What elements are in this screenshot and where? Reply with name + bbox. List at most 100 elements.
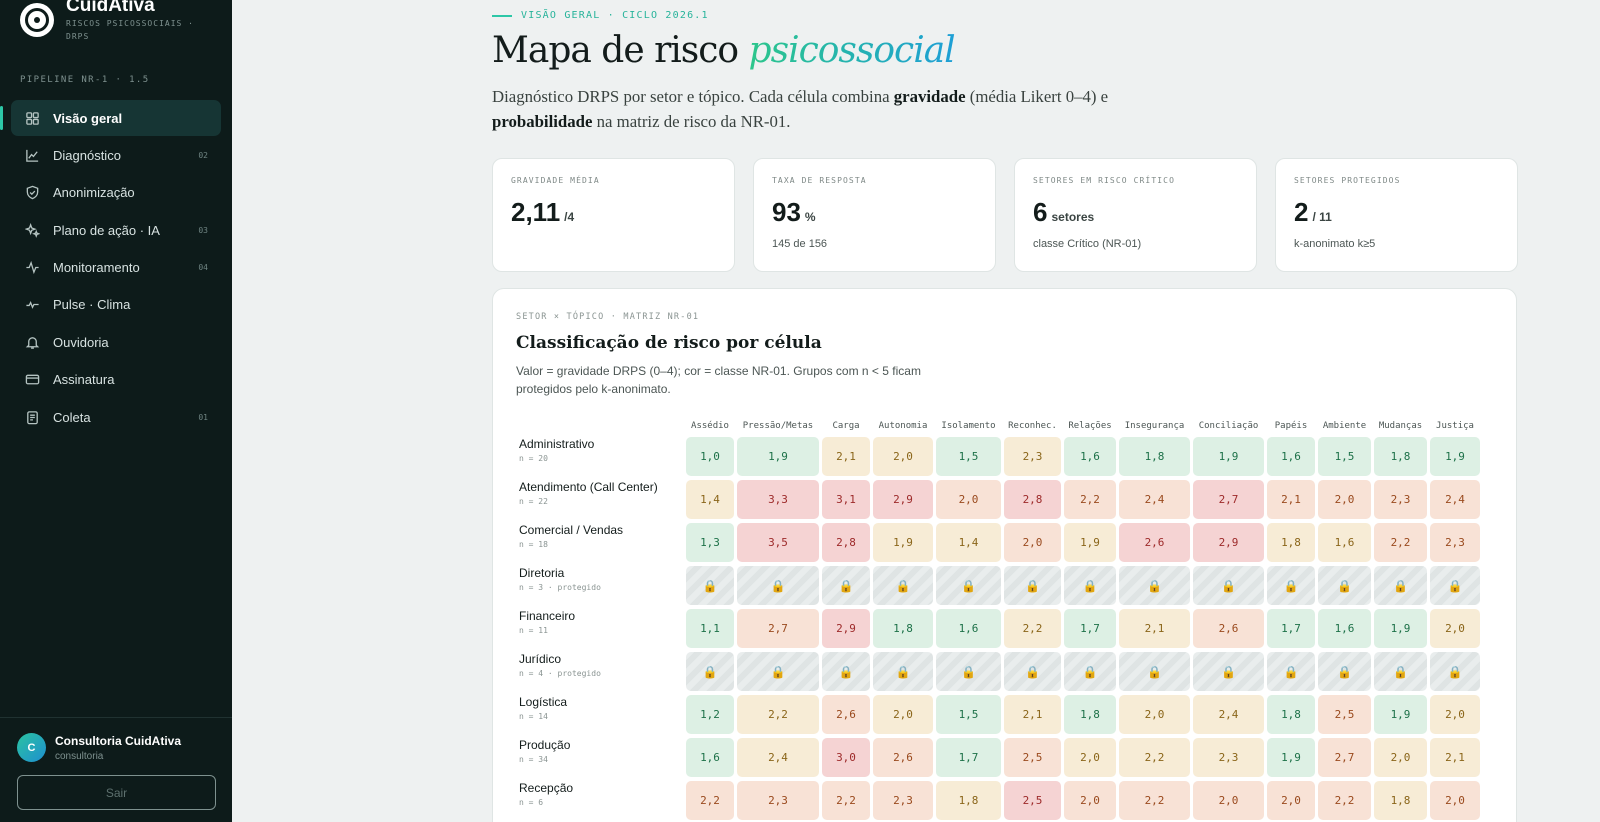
heatmap-cell[interactable]: 2,3 <box>1193 738 1264 777</box>
heatmap-cell[interactable]: 1,6 <box>686 738 734 777</box>
heatmap-cell[interactable]: 2,0 <box>1193 781 1264 820</box>
sidebar-item-visao-geral[interactable]: Visão geral <box>0 100 221 136</box>
heatmap-cell[interactable]: 2,4 <box>737 738 819 777</box>
heatmap-cell[interactable]: 2,0 <box>1064 738 1116 777</box>
heatmap-cell[interactable]: 2,9 <box>873 480 933 519</box>
heatmap-cell[interactable]: 1,9 <box>1374 609 1427 648</box>
heatmap-cell[interactable]: 1,2 <box>686 695 734 734</box>
heatmap-cell[interactable]: 2,2 <box>686 781 734 820</box>
heatmap-cell[interactable]: 2,2 <box>1004 609 1061 648</box>
heatmap-cell[interactable]: 2,0 <box>1318 480 1371 519</box>
heatmap-cell[interactable]: 2,0 <box>1064 781 1116 820</box>
heatmap-cell[interactable]: 1,9 <box>873 523 933 562</box>
heatmap-cell[interactable]: 1,8 <box>1119 437 1190 476</box>
heatmap-cell[interactable]: 1,8 <box>1064 695 1116 734</box>
heatmap-cell[interactable]: 2,3 <box>1004 437 1061 476</box>
heatmap-cell[interactable]: 2,7 <box>1318 738 1371 777</box>
heatmap-cell[interactable]: 2,3 <box>1430 523 1480 562</box>
heatmap-cell[interactable]: 2,0 <box>1430 781 1480 820</box>
heatmap-cell[interactable]: 2,0 <box>873 695 933 734</box>
heatmap-cell[interactable]: 2,1 <box>1004 695 1061 734</box>
heatmap-cell[interactable]: 3,5 <box>737 523 819 562</box>
heatmap-cell[interactable]: 1,8 <box>1267 695 1315 734</box>
heatmap-cell[interactable]: 1,8 <box>1374 437 1427 476</box>
heatmap-cell[interactable]: 1,9 <box>1193 437 1264 476</box>
sidebar-item-coleta[interactable]: Coleta 01 <box>11 399 221 435</box>
heatmap-cell[interactable]: 1,9 <box>1430 437 1480 476</box>
heatmap-cell[interactable]: 1,5 <box>936 437 1001 476</box>
sidebar-item-diagnostico[interactable]: Diagnóstico 02 <box>11 137 221 173</box>
user-profile[interactable]: C Consultoria CuidAtiva consultoria <box>17 733 181 762</box>
heatmap-cell[interactable]: 2,1 <box>822 437 870 476</box>
heatmap-cell[interactable]: 2,9 <box>1193 523 1264 562</box>
heatmap-cell[interactable]: 1,7 <box>936 738 1001 777</box>
heatmap-cell[interactable]: 1,8 <box>1374 781 1427 820</box>
heatmap-cell[interactable]: 3,1 <box>822 480 870 519</box>
heatmap-cell[interactable]: 2,4 <box>1430 480 1480 519</box>
heatmap-cell[interactable]: 2,6 <box>873 738 933 777</box>
heatmap-cell[interactable]: 2,1 <box>1119 609 1190 648</box>
heatmap-cell[interactable]: 2,6 <box>1193 609 1264 648</box>
heatmap-cell[interactable]: 1,8 <box>936 781 1001 820</box>
heatmap-cell[interactable]: 2,0 <box>1430 609 1480 648</box>
heatmap-cell[interactable]: 2,8 <box>1004 480 1061 519</box>
heatmap-cell[interactable]: 1,6 <box>1318 609 1371 648</box>
heatmap-cell[interactable]: 3,0 <box>822 738 870 777</box>
sidebar-item-ouvidoria[interactable]: Ouvidoria <box>11 324 221 360</box>
heatmap-cell[interactable]: 2,0 <box>1430 695 1480 734</box>
heatmap-cell[interactable]: 2,2 <box>737 695 819 734</box>
heatmap-cell[interactable]: 1,5 <box>936 695 1001 734</box>
heatmap-cell[interactable]: 1,8 <box>1267 523 1315 562</box>
heatmap-cell[interactable]: 1,9 <box>1064 523 1116 562</box>
heatmap-cell[interactable]: 1,7 <box>1064 609 1116 648</box>
heatmap-cell[interactable]: 2,3 <box>737 781 819 820</box>
heatmap-cell[interactable]: 1,6 <box>1267 437 1315 476</box>
sidebar-item-assinatura[interactable]: Assinatura <box>11 362 221 398</box>
heatmap-cell[interactable]: 2,4 <box>1119 480 1190 519</box>
heatmap-cell[interactable]: 2,9 <box>822 609 870 648</box>
heatmap-cell[interactable]: 2,2 <box>1374 523 1427 562</box>
heatmap-cell[interactable]: 2,7 <box>1193 480 1264 519</box>
heatmap-cell[interactable]: 3,3 <box>737 480 819 519</box>
sidebar-item-anonimizacao[interactable]: Anonimização <box>11 175 221 211</box>
heatmap-cell[interactable]: 1,9 <box>737 437 819 476</box>
heatmap-cell[interactable]: 1,7 <box>1267 609 1315 648</box>
heatmap-cell[interactable]: 2,0 <box>936 480 1001 519</box>
heatmap-cell[interactable]: 2,2 <box>822 781 870 820</box>
heatmap-cell[interactable]: 1,4 <box>686 480 734 519</box>
heatmap-cell[interactable]: 2,0 <box>1374 738 1427 777</box>
heatmap-cell[interactable]: 2,3 <box>1374 480 1427 519</box>
heatmap-cell[interactable]: 2,8 <box>822 523 870 562</box>
heatmap-cell[interactable]: 2,3 <box>873 781 933 820</box>
heatmap-cell[interactable]: 2,2 <box>1318 781 1371 820</box>
heatmap-cell[interactable]: 1,4 <box>936 523 1001 562</box>
sidebar-item-pulse-clima[interactable]: Pulse · Clima <box>11 287 221 323</box>
heatmap-cell[interactable]: 2,6 <box>1119 523 1190 562</box>
heatmap-cell[interactable]: 2,1 <box>1267 480 1315 519</box>
heatmap-cell[interactable]: 2,2 <box>1119 738 1190 777</box>
heatmap-cell[interactable]: 2,0 <box>1004 523 1061 562</box>
logout-button[interactable]: Sair <box>17 775 216 810</box>
heatmap-cell[interactable]: 2,4 <box>1193 695 1264 734</box>
heatmap-cell[interactable]: 1,3 <box>686 523 734 562</box>
sidebar-item-plano-de-acao-ia[interactable]: Plano de ação · IA 03 <box>11 212 221 248</box>
heatmap-cell[interactable]: 2,5 <box>1318 695 1371 734</box>
heatmap-cell[interactable]: 2,2 <box>1119 781 1190 820</box>
heatmap-cell[interactable]: 1,9 <box>1374 695 1427 734</box>
heatmap-cell[interactable]: 1,1 <box>686 609 734 648</box>
heatmap-cell[interactable]: 2,7 <box>737 609 819 648</box>
heatmap-cell[interactable]: 2,2 <box>1064 480 1116 519</box>
heatmap-cell[interactable]: 1,6 <box>936 609 1001 648</box>
heatmap-cell[interactable]: 1,5 <box>1318 437 1371 476</box>
sidebar-item-monitoramento[interactable]: Monitoramento 04 <box>11 250 221 286</box>
heatmap-cell[interactable]: 2,0 <box>1267 781 1315 820</box>
heatmap-cell[interactable]: 2,5 <box>1004 781 1061 820</box>
brand[interactable]: CuidAtiva RISCOS PSICOSSOCIAIS · DRPS <box>20 0 206 43</box>
heatmap-cell[interactable]: 2,1 <box>1430 738 1480 777</box>
heatmap-cell[interactable]: 1,6 <box>1318 523 1371 562</box>
heatmap-cell[interactable]: 2,0 <box>1119 695 1190 734</box>
heatmap-cell[interactable]: 1,9 <box>1267 738 1315 777</box>
heatmap-cell[interactable]: 1,0 <box>686 437 734 476</box>
heatmap-cell[interactable]: 2,5 <box>1004 738 1061 777</box>
heatmap-cell[interactable]: 2,6 <box>822 695 870 734</box>
